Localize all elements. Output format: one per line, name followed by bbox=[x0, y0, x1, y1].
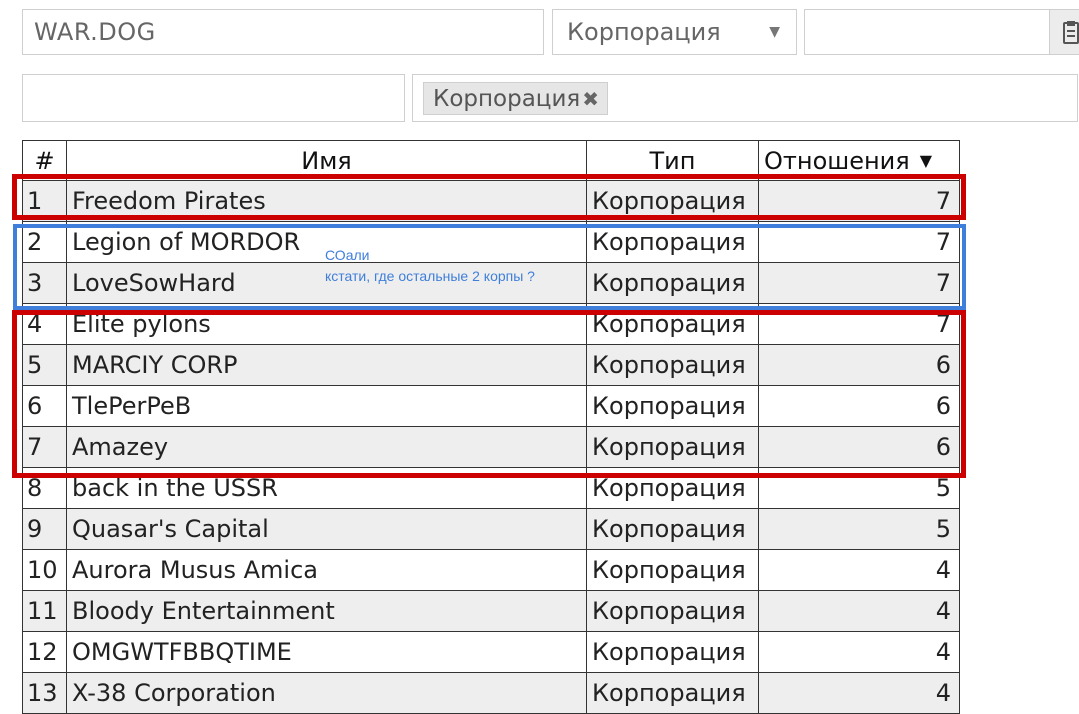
filter-tag-label: Корпорация bbox=[433, 85, 581, 112]
table-row[interactable]: 6 TlePerPeB Корпорация 6 bbox=[22, 385, 960, 427]
column-num-label: # bbox=[34, 146, 55, 175]
cell-name: Elite pylons bbox=[66, 303, 587, 345]
annotation-note: СОали кстати, где остальные 2 корпы ? bbox=[325, 245, 535, 287]
table-header-row: # Имя Тип Отношения ▼ bbox=[22, 140, 960, 181]
cell-num: 4 bbox=[22, 303, 67, 345]
cell-type: Корпорация bbox=[586, 426, 759, 468]
cell-name: Bloody Entertainment bbox=[66, 590, 587, 632]
table-row[interactable]: 7 Amazey Корпорация 6 bbox=[22, 426, 960, 468]
filter-tag: Корпорация ✖ bbox=[423, 82, 609, 115]
results-table: # Имя Тип Отношения ▼ 1 Freedom Pirates Кор… bbox=[22, 140, 960, 714]
filter-input[interactable] bbox=[22, 74, 405, 122]
cell-num: 13 bbox=[22, 672, 67, 714]
cell-type: Корпорация bbox=[586, 303, 759, 345]
cell-relations: 4 bbox=[758, 672, 960, 714]
cell-relations: 7 bbox=[758, 262, 960, 304]
close-icon[interactable]: ✖ bbox=[582, 87, 599, 111]
cell-relations: 7 bbox=[758, 180, 960, 222]
table-row[interactable]: 8 back in the USSR Корпорация 5 bbox=[22, 467, 960, 509]
cell-type: Корпорация bbox=[586, 549, 759, 591]
cell-name: Quasar's Capital bbox=[66, 508, 587, 550]
cell-relations: 5 bbox=[758, 508, 960, 550]
cell-type: Корпорация bbox=[586, 467, 759, 509]
cell-type: Корпорация bbox=[586, 590, 759, 632]
cell-num: 1 bbox=[22, 180, 67, 222]
cell-type: Корпорация bbox=[586, 672, 759, 714]
cell-num: 2 bbox=[22, 221, 67, 263]
cell-relations: 7 bbox=[758, 303, 960, 345]
type-select-value: Корпорация bbox=[567, 18, 721, 46]
cell-name: TlePerPeB bbox=[66, 385, 587, 427]
cell-num: 8 bbox=[22, 467, 67, 509]
cell-num: 6 bbox=[22, 385, 67, 427]
cell-relations: 5 bbox=[758, 467, 960, 509]
table-row[interactable]: 11 Bloody Entertainment Корпорация 4 bbox=[22, 590, 960, 632]
cell-relations: 6 bbox=[758, 426, 960, 468]
cell-type: Корпорация bbox=[586, 221, 759, 263]
cell-type: Корпорация bbox=[586, 385, 759, 427]
column-header-type[interactable]: Тип bbox=[586, 140, 759, 181]
cell-type: Корпорация bbox=[586, 262, 759, 304]
caret-down-icon: ▼ bbox=[769, 24, 780, 40]
column-header-num[interactable]: # bbox=[22, 140, 67, 181]
clipboard-icon bbox=[1063, 21, 1079, 44]
cell-type: Корпорация bbox=[586, 631, 759, 673]
sort-desc-icon: ▼ bbox=[919, 150, 933, 170]
column-header-relations[interactable]: Отношения ▼ bbox=[758, 140, 960, 181]
annotation-line-1: СОали bbox=[325, 247, 370, 263]
cell-name: MARCIY CORP bbox=[66, 344, 587, 386]
cell-num: 11 bbox=[22, 590, 67, 632]
search-input[interactable]: WAR.DOG bbox=[22, 9, 544, 55]
table-row[interactable]: 4 Elite pylons Корпорация 7 bbox=[22, 303, 960, 345]
search-value: WAR.DOG bbox=[34, 18, 156, 46]
annotation-line-2: кстати, где остальные 2 корпы ? bbox=[325, 268, 535, 284]
cell-type: Корпорация bbox=[586, 180, 759, 222]
cell-name: Aurora Musus Amica bbox=[66, 549, 587, 591]
cell-relations: 6 bbox=[758, 344, 960, 386]
table-row[interactable]: 1 Freedom Pirates Корпорация 7 bbox=[22, 180, 960, 222]
cell-relations: 4 bbox=[758, 590, 960, 632]
cell-num: 7 bbox=[22, 426, 67, 468]
cell-num: 3 bbox=[22, 262, 67, 304]
cell-num: 10 bbox=[22, 549, 67, 591]
cell-name: Amazey bbox=[66, 426, 587, 468]
column-type-label: Тип bbox=[649, 146, 696, 175]
cell-relations: 4 bbox=[758, 631, 960, 673]
cell-name: Freedom Pirates bbox=[66, 180, 587, 222]
column-name-label: Имя bbox=[301, 146, 352, 175]
column-relations-label: Отношения bbox=[764, 146, 910, 175]
cell-type: Корпорация bbox=[586, 508, 759, 550]
secondary-search-input[interactable] bbox=[804, 9, 1050, 55]
cell-num: 5 bbox=[22, 344, 67, 386]
export-button[interactable] bbox=[1049, 9, 1079, 55]
cell-type: Корпорация bbox=[586, 344, 759, 386]
cell-relations: 4 bbox=[758, 549, 960, 591]
cell-relations: 7 bbox=[758, 221, 960, 263]
table-row[interactable]: 9 Quasar's Capital Корпорация 5 bbox=[22, 508, 960, 550]
tag-filter-box[interactable]: Корпорация ✖ bbox=[412, 74, 1078, 122]
cell-name: X-38 Corporation bbox=[66, 672, 587, 714]
table-row[interactable]: 13 X-38 Corporation Корпорация 4 bbox=[22, 672, 960, 714]
cell-name: OMGWTFBBQTIME bbox=[66, 631, 587, 673]
cell-name: back in the USSR bbox=[66, 467, 587, 509]
column-header-name[interactable]: Имя bbox=[66, 140, 587, 181]
cell-num: 9 bbox=[22, 508, 67, 550]
table-row[interactable]: 10 Aurora Musus Amica Корпорация 4 bbox=[22, 549, 960, 591]
table-row[interactable]: 5 MARCIY CORP Корпорация 6 bbox=[22, 344, 960, 386]
cell-relations: 6 bbox=[758, 385, 960, 427]
cell-num: 12 bbox=[22, 631, 67, 673]
type-select[interactable]: Корпорация ▼ bbox=[552, 9, 797, 55]
table-row[interactable]: 12 OMGWTFBBQTIME Корпорация 4 bbox=[22, 631, 960, 673]
